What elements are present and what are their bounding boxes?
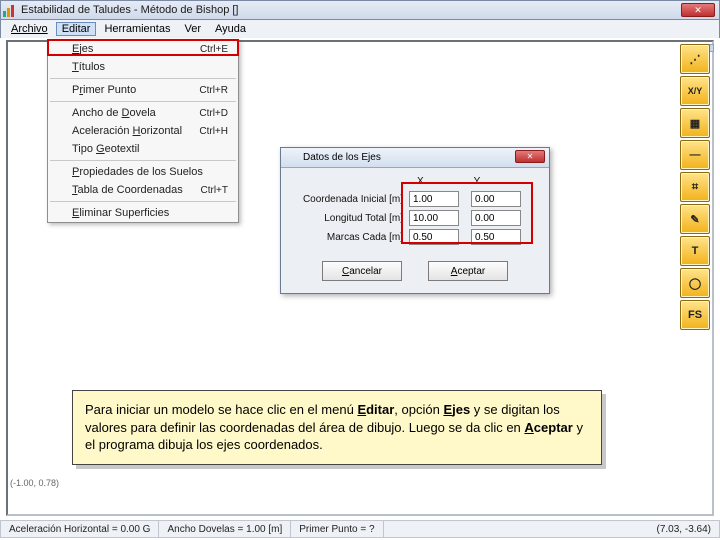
menu-item-eliminar-superficies[interactable]: Eliminar Superficies bbox=[48, 204, 238, 222]
status-primer-punto: Primer Punto = ? bbox=[291, 521, 383, 537]
menu-ayuda[interactable]: Ayuda bbox=[209, 22, 252, 36]
dialog-title: Datos de los Ejes bbox=[303, 152, 381, 163]
tool-btn-table[interactable]: ⌗ bbox=[680, 172, 710, 202]
status-bar: Aceleración Horizontal = 0.00 G Ancho Do… bbox=[0, 520, 720, 538]
input-longitud-y[interactable] bbox=[471, 210, 521, 226]
tool-palette: ⋰ X/Y ▦ — ⌗ ✎ T ◯ FS bbox=[680, 44, 712, 330]
window-close-button[interactable]: ✕ bbox=[681, 3, 715, 17]
dropdown-editar: EEjesjes Ctrl+E Títulos Primer PuntoCtrl… bbox=[47, 39, 239, 223]
tool-btn-grid[interactable]: ▦ bbox=[680, 108, 710, 138]
input-longitud-x[interactable] bbox=[409, 210, 459, 226]
window-title: Estabilidad de Taludes - Método de Bisho… bbox=[21, 4, 239, 16]
menu-bar: Archivo Editar Herramientas Ver Ayuda bbox=[0, 20, 720, 38]
tool-btn-xy[interactable]: X/Y bbox=[680, 76, 710, 106]
tool-btn-1[interactable]: ⋰ bbox=[680, 44, 710, 74]
instruction-callout: Para iniciar un modelo se hace clic en e… bbox=[72, 390, 602, 465]
input-coord-inicial-x[interactable] bbox=[409, 191, 459, 207]
canvas-coord-label: (-1.00, 0.78) bbox=[10, 478, 59, 488]
app-icon bbox=[3, 3, 17, 17]
status-aceleracion: Aceleración Horizontal = 0.00 G bbox=[1, 521, 159, 537]
menu-item-tipo-geotextil[interactable]: Tipo Geotextil bbox=[48, 140, 238, 158]
menu-item-propiedades-suelos[interactable]: Propiedades de los Suelos bbox=[48, 163, 238, 181]
cancel-button[interactable]: Cancelar bbox=[322, 261, 402, 281]
menu-item-titulos[interactable]: Títulos bbox=[48, 58, 238, 76]
menu-editar[interactable]: Editar bbox=[56, 22, 97, 36]
dialog-titlebar: Datos de los Ejes ✕ bbox=[281, 148, 549, 168]
accept-button[interactable]: Aceptar bbox=[428, 261, 508, 281]
dialog-datos-ejes: Datos de los Ejes ✕ XY Coordenada Inicia… bbox=[280, 147, 550, 294]
window-titlebar: Estabilidad de Taludes - Método de Bisho… bbox=[0, 0, 720, 20]
dialog-icon bbox=[285, 151, 299, 165]
row-longitud-total: Longitud Total [m] bbox=[291, 210, 539, 226]
menu-herramientas[interactable]: Herramientas bbox=[98, 22, 176, 36]
tool-btn-circle[interactable]: ◯ bbox=[680, 268, 710, 298]
menu-archivo[interactable]: Archivo bbox=[5, 22, 54, 36]
menu-item-primer-punto[interactable]: Primer PuntoCtrl+R bbox=[48, 81, 238, 99]
input-marcas-y[interactable] bbox=[471, 229, 521, 245]
tool-btn-pencil[interactable]: ✎ bbox=[680, 204, 710, 234]
row-coord-inicial: Coordenada Inicial [m] bbox=[291, 191, 539, 207]
menu-item-ejes[interactable]: EEjesjes Ctrl+E bbox=[48, 40, 238, 58]
dialog-close-button[interactable]: ✕ bbox=[515, 150, 545, 163]
menu-ver[interactable]: Ver bbox=[178, 22, 207, 36]
menu-item-ancho-dovela[interactable]: Ancho de DovelaCtrl+D bbox=[48, 104, 238, 122]
status-ancho-dovelas: Ancho Dovelas = 1.00 [m] bbox=[159, 521, 291, 537]
input-coord-inicial-y[interactable] bbox=[471, 191, 521, 207]
status-cursor-coords: (7.03, -3.64) bbox=[649, 521, 719, 537]
tool-btn-text[interactable]: T bbox=[680, 236, 710, 266]
tool-btn-line[interactable]: — bbox=[680, 140, 710, 170]
dialog-column-headers: XY bbox=[417, 176, 539, 187]
menu-item-aceleracion[interactable]: Aceleración HorizontalCtrl+H bbox=[48, 122, 238, 140]
input-marcas-x[interactable] bbox=[409, 229, 459, 245]
row-marcas-cada: Marcas Cada [m] bbox=[291, 229, 539, 245]
tool-btn-fs[interactable]: FS bbox=[680, 300, 710, 330]
menu-item-tabla-coordenadas[interactable]: Tabla de CoordenadasCtrl+T bbox=[48, 181, 238, 199]
